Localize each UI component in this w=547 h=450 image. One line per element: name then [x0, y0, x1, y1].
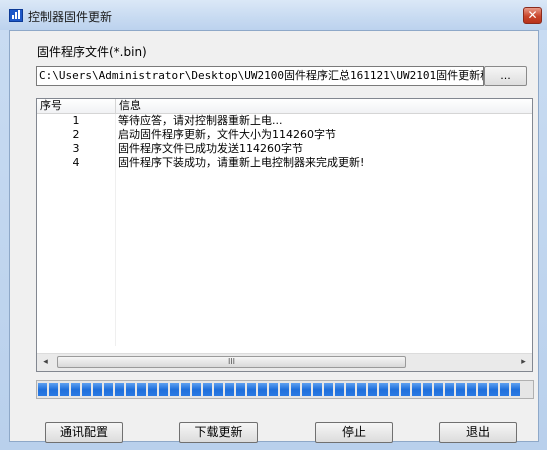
progress-segment [159, 383, 168, 396]
progress-segment [203, 383, 212, 396]
log-list[interactable]: 序号 信息 1 等待应答，请对控制器重新上电... 2 启动固件程序更新，文件大… [36, 98, 533, 372]
progress-segment [93, 383, 102, 396]
log-row[interactable]: 2 启动固件程序更新，文件大小为114260字节 [37, 128, 532, 142]
progress-segment [269, 383, 278, 396]
progress-segment [104, 383, 113, 396]
firmware-update-window: 控制器固件更新 ✕ 固件程序文件(*.bin) C:\Users\Adminis… [0, 0, 547, 450]
progress-segment [456, 383, 465, 396]
progress-segment [346, 383, 355, 396]
progress-segment [467, 383, 476, 396]
progress-segment [38, 383, 47, 396]
browse-button[interactable]: ... [484, 66, 527, 86]
progress-segment [60, 383, 69, 396]
progress-segment [423, 383, 432, 396]
stop-button[interactable]: 停止 [315, 422, 393, 443]
progress-segment [500, 383, 509, 396]
window-title: 控制器固件更新 [28, 10, 113, 24]
progress-segment [401, 383, 410, 396]
progress-segment [170, 383, 179, 396]
log-row-message: 固件程序文件已成功发送114260字节 [118, 142, 303, 155]
progress-segment [313, 383, 322, 396]
progress-segment [71, 383, 80, 396]
progress-segment [236, 383, 245, 396]
comm-config-button[interactable]: 通讯配置 [45, 422, 123, 443]
scroll-right-arrow-icon[interactable]: ▸ [515, 354, 532, 371]
progress-segment [280, 383, 289, 396]
progress-segment [181, 383, 190, 396]
progress-segment [324, 383, 333, 396]
progress-segment [258, 383, 267, 396]
firmware-path-field[interactable]: C:\Users\Administrator\Desktop\UW2100固件程… [36, 66, 484, 86]
progress-segment [82, 383, 91, 396]
progress-segment [49, 383, 58, 396]
title-bar: 控制器固件更新 ✕ [0, 0, 547, 30]
progress-segment [379, 383, 388, 396]
progress-segment [390, 383, 399, 396]
exit-button[interactable]: 退出 [439, 422, 517, 443]
log-row-message: 启动固件程序更新，文件大小为114260字节 [118, 128, 336, 141]
progress-segment [126, 383, 135, 396]
progress-segment [434, 383, 443, 396]
progress-segment [115, 383, 124, 396]
progress-segment [192, 383, 201, 396]
log-row-index: 2 [72, 128, 80, 141]
log-row[interactable]: 4 固件程序下装成功，请重新上电控制器来完成更新! [37, 156, 532, 170]
log-row-index: 3 [72, 142, 80, 155]
app-bar-chart-icon [9, 9, 23, 22]
firmware-file-label: 固件程序文件(*.bin) [37, 45, 147, 59]
progress-segment [357, 383, 366, 396]
progress-segment [511, 383, 520, 396]
scroll-left-arrow-icon[interactable]: ◂ [37, 354, 54, 371]
log-row[interactable]: 3 固件程序文件已成功发送114260字节 [37, 142, 532, 156]
close-button[interactable]: ✕ [523, 7, 542, 24]
progress-segment [335, 383, 344, 396]
progress-bar [36, 380, 534, 399]
log-row-index: 4 [72, 156, 80, 169]
progress-segment [445, 383, 454, 396]
log-list-header: 序号 信息 [37, 99, 532, 114]
progress-fill [38, 383, 522, 396]
progress-segment [412, 383, 421, 396]
column-header-index[interactable]: 序号 [37, 99, 116, 113]
progress-segment [489, 383, 498, 396]
progress-segment [291, 383, 300, 396]
log-rows: 1 等待应答，请对控制器重新上电... 2 启动固件程序更新，文件大小为1142… [37, 114, 532, 170]
progress-segment [148, 383, 157, 396]
progress-segment [247, 383, 256, 396]
scroll-thumb[interactable]: III [57, 356, 406, 368]
log-row-message: 固件程序下装成功，请重新上电控制器来完成更新! [118, 156, 365, 169]
log-row[interactable]: 1 等待应答，请对控制器重新上电... [37, 114, 532, 128]
download-update-button[interactable]: 下载更新 [179, 422, 258, 443]
horizontal-scrollbar[interactable]: ◂ III ▸ [37, 353, 532, 371]
progress-segment [137, 383, 146, 396]
progress-segment [225, 383, 234, 396]
progress-segment [478, 383, 487, 396]
progress-segment [214, 383, 223, 396]
log-row-message: 等待应答，请对控制器重新上电... [118, 114, 283, 127]
progress-segment [302, 383, 311, 396]
progress-segment [368, 383, 377, 396]
column-header-message[interactable]: 信息 [116, 99, 532, 113]
log-row-index: 1 [72, 114, 80, 127]
